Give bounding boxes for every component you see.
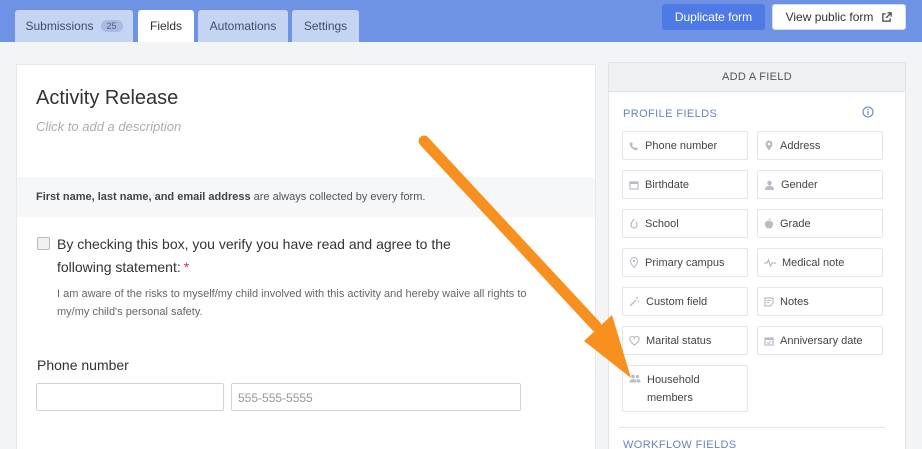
tab-settings-label: Settings bbox=[303, 19, 348, 33]
add-field-school[interactable]: School bbox=[622, 209, 748, 238]
agreement-label-text: By checking this box, you verify you hav… bbox=[57, 236, 451, 275]
field-label: Phone number bbox=[645, 139, 718, 152]
field-label: Grade bbox=[780, 217, 811, 230]
add-field-header: ADD A FIELD bbox=[609, 63, 905, 92]
agreement-statement: I am aware of the risks to myself/my chi… bbox=[57, 288, 527, 318]
form-title[interactable]: Activity Release bbox=[36, 87, 178, 110]
add-field-household-members[interactable]: Household members bbox=[622, 365, 748, 412]
phone-country-input[interactable] bbox=[36, 383, 224, 411]
form-description-input[interactable]: Click to add a description bbox=[36, 119, 181, 134]
duplicate-form-label: Duplicate form bbox=[674, 10, 753, 24]
tab-settings[interactable]: Settings bbox=[292, 10, 359, 42]
tab-submissions-label: Submissions bbox=[25, 19, 94, 33]
tab-fields[interactable]: Fields bbox=[138, 10, 194, 42]
person-icon bbox=[765, 180, 774, 190]
field-label: Notes bbox=[780, 295, 809, 308]
add-field-custom-field[interactable]: Custom field bbox=[622, 287, 748, 316]
collected-fields-notice: First name, last name, and email address… bbox=[17, 177, 595, 217]
add-field-birthdate[interactable]: Birthdate bbox=[622, 170, 748, 199]
phone-number-label: Phone number bbox=[37, 357, 129, 373]
section-divider bbox=[619, 427, 885, 428]
tab-automations-label: Automations bbox=[209, 19, 277, 33]
people-icon bbox=[629, 374, 641, 383]
field-label: Address bbox=[780, 139, 821, 152]
field-label: Medical note bbox=[782, 256, 845, 269]
duplicate-form-button[interactable]: Duplicate form bbox=[662, 4, 765, 30]
calendar-check-icon bbox=[764, 336, 774, 346]
tab-submissions[interactable]: Submissions 25 bbox=[15, 10, 133, 42]
view-public-form-label: View public form bbox=[785, 10, 874, 24]
note-icon bbox=[764, 296, 774, 307]
tab-automations[interactable]: Automations bbox=[198, 10, 288, 42]
location-pin-icon bbox=[765, 140, 773, 151]
add-field-primary-campus[interactable]: Primary campus bbox=[622, 248, 748, 277]
add-field-medical-note[interactable]: Medical note bbox=[757, 248, 883, 277]
agreement-label: By checking this box, you verify you hav… bbox=[57, 233, 507, 279]
form-editor-panel: Activity Release Click to add a descript… bbox=[16, 64, 596, 449]
add-field-phone-number[interactable]: Phone number bbox=[622, 131, 748, 160]
heart-icon bbox=[629, 335, 640, 346]
heartbeat-icon bbox=[764, 257, 776, 268]
workflow-fields-heading: WORKFLOW FIELDS bbox=[623, 439, 737, 449]
info-icon[interactable] bbox=[862, 106, 874, 118]
phone-placeholder: 555-555-5555 bbox=[238, 391, 313, 405]
collected-fields-bold: First name, last name, and email address bbox=[36, 191, 251, 203]
field-label: Custom field bbox=[646, 295, 708, 308]
location-pin-icon bbox=[629, 257, 639, 268]
school-icon bbox=[630, 218, 638, 229]
magic-wand-icon bbox=[629, 297, 640, 307]
add-field-notes[interactable]: Notes bbox=[757, 287, 883, 316]
phone-number-input[interactable]: 555-555-5555 bbox=[231, 383, 521, 411]
phone-icon bbox=[629, 141, 638, 150]
required-mark: * bbox=[183, 259, 190, 275]
add-field-marital-status[interactable]: Marital status bbox=[622, 326, 748, 355]
collected-fields-rest: are always collected by every form. bbox=[250, 191, 426, 203]
field-label: Gender bbox=[781, 178, 818, 191]
field-label: Household members bbox=[647, 374, 700, 404]
add-field-panel: ADD A FIELD PROFILE FIELDS Phone number … bbox=[608, 62, 906, 449]
agreement-checkbox[interactable] bbox=[37, 237, 50, 250]
field-label: Marital status bbox=[646, 334, 712, 347]
view-public-form-button[interactable]: View public form bbox=[772, 4, 906, 30]
external-link-icon bbox=[882, 11, 893, 22]
field-label: Anniversary date bbox=[780, 334, 863, 347]
add-field-gender[interactable]: Gender bbox=[757, 170, 883, 199]
add-field-address[interactable]: Address bbox=[757, 131, 883, 160]
apple-icon bbox=[765, 218, 773, 229]
submissions-count-badge: 25 bbox=[100, 20, 123, 32]
calendar-icon bbox=[629, 180, 639, 190]
field-label: Primary campus bbox=[645, 256, 725, 269]
tab-fields-label: Fields bbox=[149, 19, 182, 33]
profile-fields-heading: PROFILE FIELDS bbox=[623, 108, 718, 120]
field-label: Birthdate bbox=[645, 178, 690, 191]
add-field-grade[interactable]: Grade bbox=[757, 209, 883, 238]
field-label: School bbox=[645, 217, 679, 230]
add-field-anniversary-date[interactable]: Anniversary date bbox=[757, 326, 883, 355]
